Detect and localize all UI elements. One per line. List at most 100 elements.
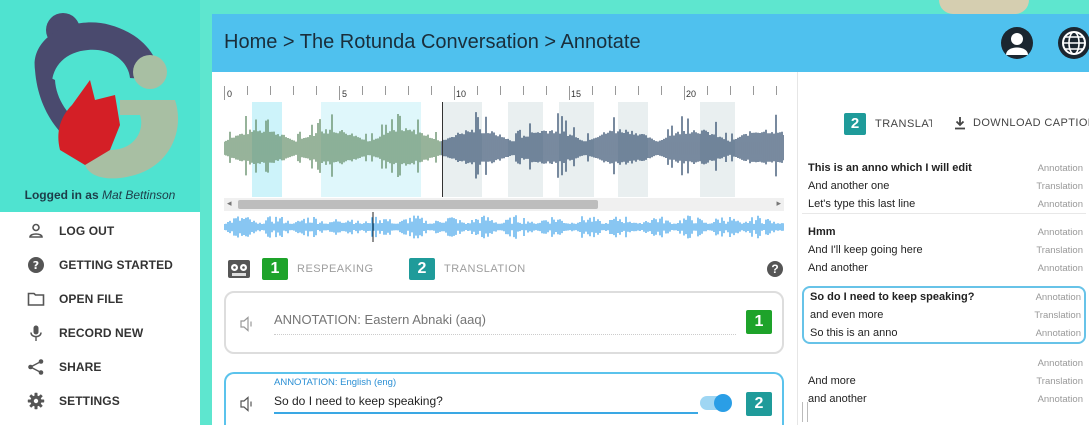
- resize-handle[interactable]: [802, 402, 808, 422]
- scroll-thumb[interactable]: [238, 200, 598, 209]
- sidebar-item-getting-started[interactable]: ? GETTING STARTED: [0, 250, 200, 280]
- segment-type: Annotation: [1037, 162, 1083, 174]
- ruler-tick: [431, 86, 432, 95]
- ruler-tick: [247, 86, 248, 95]
- ruler-tick: [661, 86, 662, 95]
- ruler-tick: [316, 86, 317, 95]
- annotation-card-respeaking: 1: [224, 291, 784, 354]
- sidebar-item-label: OPEN FILE: [59, 292, 124, 306]
- microphone-icon: [30, 325, 42, 341]
- ruler-tick: [385, 86, 386, 95]
- sidebar-item-label: GETTING STARTED: [59, 258, 173, 272]
- waveform[interactable]: [224, 102, 784, 197]
- ruler-tick: [224, 86, 225, 100]
- sidebar-item-open-file[interactable]: OPEN FILE: [0, 284, 200, 314]
- speaker-icon[interactable]: [240, 396, 254, 412]
- tab-label: TRANSLATION: [444, 263, 526, 275]
- segment-text: and even more: [810, 309, 884, 321]
- ruler-tick: [730, 86, 731, 95]
- account-button[interactable]: [1001, 27, 1033, 59]
- segment-text: So do I need to keep speaking?: [810, 291, 975, 303]
- playhead[interactable]: [442, 102, 443, 197]
- overview-waveform[interactable]: [224, 212, 784, 242]
- ruler-label: 5: [342, 89, 348, 99]
- decorative-corner: [939, 0, 1029, 14]
- layer-tabs: 1 RESPEAKING 2 TRANSLATION ?: [224, 255, 784, 281]
- ruler-label: 20: [686, 89, 697, 99]
- tape-icon[interactable]: [227, 259, 251, 279]
- segment-text: and another: [808, 393, 867, 405]
- segment-type: Annotation: [1037, 226, 1083, 238]
- segment-type: Annotation: [1035, 291, 1081, 303]
- sidebar-item-label: SHARE: [59, 360, 102, 374]
- tab-respeaking[interactable]: 1 RESPEAKING: [262, 258, 374, 280]
- ruler-label: 15: [571, 89, 582, 99]
- segment-text: Hmm: [808, 226, 836, 238]
- segment-type: Annotation: [1035, 327, 1081, 339]
- download-label: DOWNLOAD CAPTIONS: [973, 117, 1089, 129]
- scroll-left-arrow[interactable]: ◂: [227, 198, 232, 209]
- time-ruler: 0 5 10 15 20: [224, 86, 784, 102]
- waveform-scrollbar[interactable]: ◂ ▸: [224, 198, 784, 211]
- top-bar: Home > The Rotunda Conversation > Annota…: [212, 14, 1089, 72]
- segment-text: Let's type this last line: [808, 198, 916, 210]
- speaker-icon[interactable]: [240, 316, 254, 332]
- app-logo: Logged in as Mat Bettinson: [0, 0, 200, 212]
- ruler-tick: [477, 86, 478, 95]
- annotation-input-respeaking[interactable]: [274, 312, 764, 327]
- segment-text: So this is an anno: [810, 327, 898, 339]
- help-icon: ?: [28, 257, 44, 273]
- translate-label: TRANSLATE: [875, 118, 932, 130]
- svg-text:?: ?: [33, 259, 39, 272]
- tab-label: RESPEAKING: [297, 263, 374, 275]
- share-icon: [28, 359, 44, 375]
- segment-group[interactable]: Hmm Annotation And I'll keep going here Tr…: [802, 223, 1086, 277]
- input-underline: [274, 334, 736, 335]
- sidebar-item-settings[interactable]: SETTINGS: [0, 386, 200, 416]
- language-button[interactable]: [1058, 27, 1089, 59]
- annotation-label: ANNOTATION: English (eng): [274, 377, 397, 388]
- help-icon[interactable]: ?: [767, 261, 783, 277]
- ruler-tick: [270, 86, 271, 95]
- breadcrumb-title: Home > The Rotunda Conversation > Annota…: [224, 31, 641, 53]
- ruler-tick: [753, 86, 754, 95]
- ruler-tick: [684, 86, 685, 100]
- ruler-tick: [569, 86, 570, 100]
- scroll-right-arrow[interactable]: ▸: [776, 198, 781, 209]
- sidebar-item-label: LOG OUT: [59, 224, 115, 238]
- ruler-tick: [707, 86, 708, 95]
- ruler-label: 0: [227, 89, 233, 99]
- segment-text: And I'll keep going here: [808, 244, 923, 256]
- segment-text: And another one: [808, 180, 890, 192]
- input-underline-active: [274, 412, 698, 414]
- waveform-played: [224, 114, 441, 177]
- tab-translation[interactable]: 2 TRANSLATION: [409, 258, 526, 280]
- waveform-unplayed: [441, 112, 784, 179]
- annotation-input-translation[interactable]: [274, 394, 694, 408]
- segment-type: Annotation: [1037, 262, 1083, 274]
- sidebar-item-record-new[interactable]: RECORD NEW: [0, 318, 200, 348]
- sidebar-item-share[interactable]: SHARE: [0, 352, 200, 382]
- segment-text: This is an anno which I will edit: [808, 162, 972, 174]
- sidebar-item-log-out[interactable]: LOG OUT: [0, 216, 200, 246]
- segment-text: And another: [808, 262, 868, 274]
- globe-icon: [1062, 31, 1086, 55]
- toggle-switch[interactable]: [700, 394, 732, 412]
- ruler-label: 10: [456, 89, 467, 99]
- segment-type: Translation: [1036, 375, 1083, 387]
- translate-badge: 2: [844, 113, 866, 135]
- segment-type: Translation: [1036, 180, 1083, 192]
- ruler-tick: [592, 86, 593, 95]
- segment-group[interactable]: Annotation And more Translation and anoth…: [802, 354, 1086, 408]
- segment-group[interactable]: This is an anno which I will edit Annotat…: [802, 159, 1086, 214]
- layer-badge-2: 2: [746, 392, 772, 416]
- ruler-tick: [293, 86, 294, 95]
- translate-button[interactable]: 2 TRANSLATE: [844, 112, 932, 136]
- ruler-tick: [362, 86, 363, 95]
- ruler-tick: [776, 86, 777, 95]
- download-captions-button[interactable]: DOWNLOAD CAPTIONS: [953, 116, 1089, 130]
- segment-type: Translation: [1036, 244, 1083, 256]
- folder-icon: [27, 292, 45, 306]
- ruler-tick: [615, 86, 616, 95]
- segment-group-selected[interactable]: So do I need to keep speaking? Annotation…: [802, 286, 1086, 344]
